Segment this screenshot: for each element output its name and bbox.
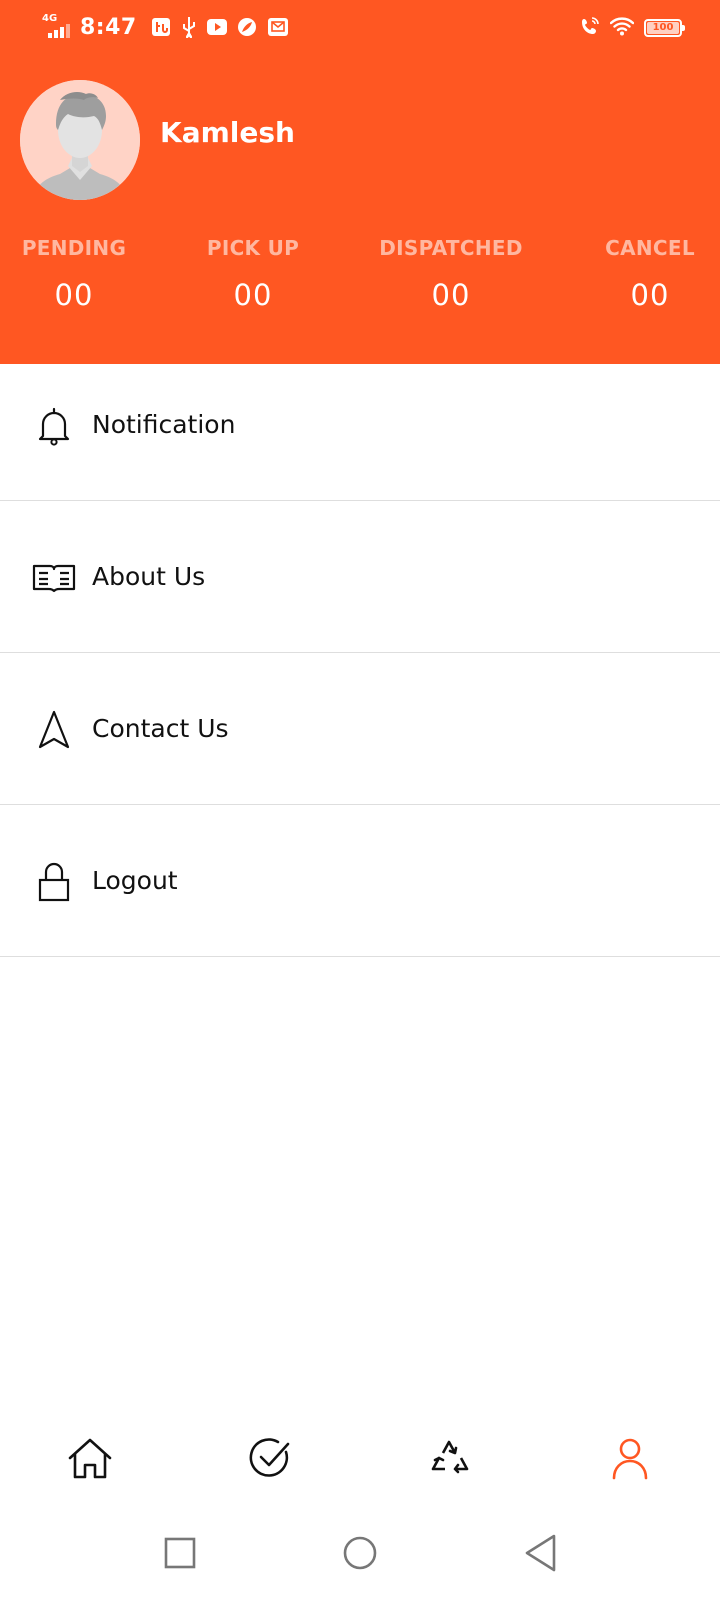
default-user-avatar	[20, 80, 140, 200]
book-icon	[32, 556, 76, 600]
leaf-app-icon	[237, 17, 257, 37]
wifi-calling-icon	[580, 16, 600, 40]
navigation-arrow-icon	[32, 708, 76, 752]
stat-value: 00	[233, 278, 273, 312]
status-bar-left: 4G 8:47	[42, 14, 289, 40]
back-button[interactable]	[515, 1530, 565, 1580]
bottom-navigation	[0, 1412, 720, 1508]
user-icon	[610, 1436, 650, 1484]
battery-icon: 100	[644, 19, 685, 37]
bell-icon	[32, 404, 76, 448]
profile-header: 4G 8:47 100 Kamlesh PENDING 00 PICK UP 0…	[0, 0, 720, 364]
stat-label: PENDING	[21, 236, 127, 260]
circle-icon	[342, 1535, 378, 1575]
mail-icon	[267, 17, 289, 37]
tab-home[interactable]	[30, 1412, 150, 1508]
home-button[interactable]	[335, 1530, 385, 1580]
back-triangle-icon	[522, 1533, 558, 1577]
profile-name: Kamlesh	[160, 116, 295, 149]
system-navigation-bar	[0, 1508, 720, 1600]
youtube-icon	[206, 18, 227, 36]
menu-item-logout[interactable]: Logout	[0, 805, 720, 957]
stat-label: CANCEL	[605, 236, 695, 260]
usb-debug-icon	[151, 17, 171, 37]
battery-level: 100	[652, 22, 674, 33]
stat-value: 00	[431, 278, 471, 312]
stat-pick-up[interactable]: PICK UP 00	[193, 236, 313, 312]
check-circle-icon	[248, 1436, 292, 1484]
stat-value: 00	[630, 278, 670, 312]
menu-item-notification[interactable]: Notification	[0, 364, 720, 501]
square-icon	[164, 1537, 196, 1573]
status-bar-right: 100	[580, 16, 685, 40]
menu-item-label: Logout	[92, 866, 178, 895]
home-icon	[67, 1436, 113, 1484]
stat-label: PICK UP	[206, 236, 300, 260]
settings-menu: Notification About Us Contact Us Logout	[0, 364, 720, 957]
menu-item-label: Contact Us	[92, 714, 229, 743]
recycle-icon	[428, 1436, 472, 1484]
stat-cancel[interactable]: CANCEL 00	[590, 236, 710, 312]
status-bar: 4G 8:47 100	[0, 0, 720, 56]
tab-completed[interactable]	[210, 1412, 330, 1508]
stat-value: 00	[54, 278, 94, 312]
menu-item-label: Notification	[92, 410, 236, 439]
menu-item-contact-us[interactable]: Contact Us	[0, 653, 720, 805]
avatar[interactable]	[20, 80, 140, 200]
recent-apps-button[interactable]	[155, 1530, 205, 1580]
wifi-icon	[609, 16, 635, 40]
status-time: 8:47	[80, 14, 137, 40]
usb-icon	[181, 16, 197, 38]
stat-pending[interactable]: PENDING 00	[14, 236, 134, 312]
network-type: 4G	[42, 13, 58, 24]
menu-item-label: About Us	[92, 562, 206, 591]
tab-returns[interactable]	[390, 1412, 510, 1508]
menu-item-about-us[interactable]: About Us	[0, 501, 720, 653]
stat-dispatched[interactable]: DISPATCHED 00	[370, 236, 532, 312]
tab-profile[interactable]	[570, 1412, 690, 1508]
stat-label: DISPATCHED	[379, 236, 523, 260]
lock-icon	[32, 860, 76, 904]
signal-icon: 4G	[42, 14, 72, 40]
